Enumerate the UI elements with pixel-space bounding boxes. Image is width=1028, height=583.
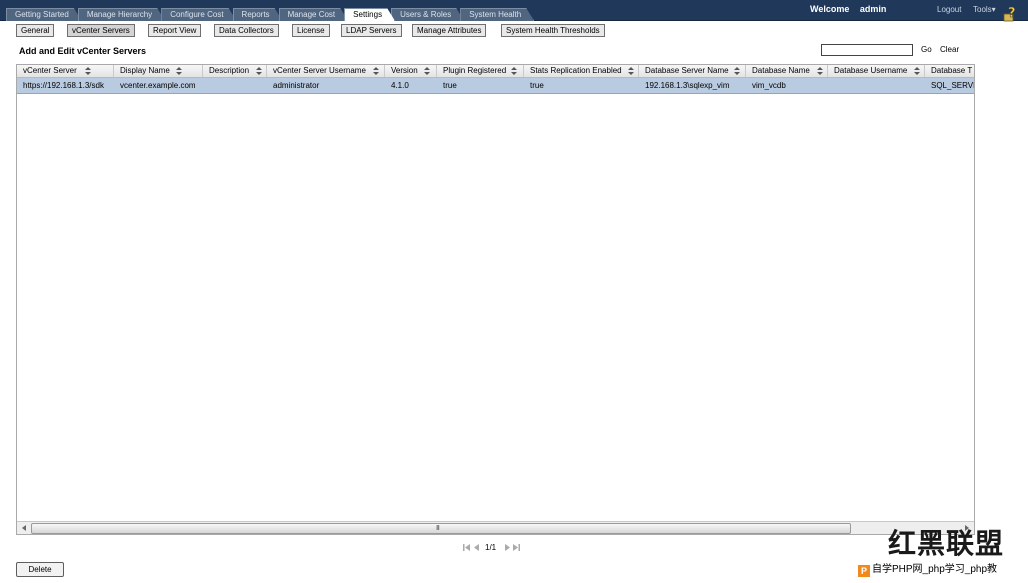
- tab-users-roles[interactable]: Users & Roles: [391, 8, 464, 21]
- cell-version: 4.1.0: [391, 81, 409, 90]
- ldap-servers-button[interactable]: LDAP Servers: [341, 24, 402, 37]
- column-header-plugin-registered[interactable]: Plugin Registered: [437, 65, 524, 77]
- general-button[interactable]: General: [16, 24, 55, 37]
- column-header-display-name[interactable]: Display Name: [114, 65, 203, 77]
- vcenter-servers-button[interactable]: vCenter Servers: [67, 24, 135, 37]
- cell-vcenter-server: https://192.168.1.3/sdk: [23, 81, 104, 90]
- top-navigation-bar: Getting Started Manage Hierarchy Configu…: [0, 0, 1028, 22]
- scrollbar-thumb[interactable]: III: [31, 523, 851, 534]
- cell-database-type: SQL_SERVEF: [931, 81, 974, 90]
- sort-icon: [373, 67, 379, 75]
- grid-header: vCenter Server Display Name Description …: [17, 65, 974, 78]
- sort-icon: [424, 67, 430, 75]
- search-input[interactable]: [821, 44, 913, 56]
- column-label: Display Name: [120, 66, 170, 75]
- tab-system-health[interactable]: System Health: [460, 8, 534, 21]
- data-collectors-button[interactable]: Data Collectors: [214, 24, 279, 37]
- column-label: Database Username: [834, 66, 908, 75]
- vcenter-servers-grid: vCenter Server Display Name Description …: [16, 64, 975, 535]
- page-title: Add and Edit vCenter Servers: [19, 46, 147, 56]
- column-header-database-username[interactable]: Database Username: [828, 65, 925, 77]
- tab-manage-cost[interactable]: Manage Cost: [279, 8, 349, 21]
- watermark-text: 自学PHP网_php学习_php教: [872, 564, 998, 575]
- watermark-p-icon: P: [858, 565, 870, 577]
- column-header-database-type[interactable]: Database T: [925, 65, 974, 77]
- column-label: vCenter Server Username: [273, 66, 366, 75]
- last-page-icon[interactable]: [512, 543, 520, 552]
- welcome-label: Welcome: [810, 4, 850, 14]
- system-health-thresholds-button[interactable]: System Health Thresholds: [501, 24, 605, 37]
- column-header-vcenter-server-username[interactable]: vCenter Server Username: [267, 65, 385, 77]
- sort-icon: [914, 67, 920, 75]
- cell-display-name: vcenter.example.com: [120, 81, 196, 90]
- column-label: vCenter Server: [23, 66, 77, 75]
- tab-reports[interactable]: Reports: [233, 8, 283, 21]
- column-header-database-name[interactable]: Database Name: [746, 65, 828, 77]
- column-label: Database Server Name: [645, 66, 729, 75]
- horizontal-scrollbar[interactable]: III: [17, 521, 974, 534]
- cell-database-username: [828, 78, 925, 93]
- scroll-left-icon[interactable]: [19, 523, 29, 533]
- clear-button[interactable]: Clear: [940, 45, 959, 54]
- manage-attributes-button[interactable]: Manage Attributes: [412, 24, 487, 37]
- sort-icon: [817, 67, 823, 75]
- tab-manage-hierarchy[interactable]: Manage Hierarchy: [78, 8, 165, 21]
- sort-icon: [734, 67, 740, 75]
- first-page-icon[interactable]: [463, 543, 471, 552]
- column-header-vcenter-server[interactable]: vCenter Server: [17, 65, 114, 77]
- sort-icon: [176, 67, 182, 75]
- cell-plugin-registered: true: [443, 81, 457, 90]
- cell-database-name: vim_vcdb: [752, 81, 786, 90]
- scrollbar-grip: III: [436, 525, 440, 532]
- previous-page-icon[interactable]: [473, 543, 481, 552]
- column-header-database-server-name[interactable]: Database Server Name: [639, 65, 746, 77]
- sort-icon: [256, 67, 262, 75]
- column-header-version[interactable]: Version: [385, 65, 437, 77]
- cell-database-server-name: 192.168.1.3\sqlexp_vim: [645, 81, 730, 90]
- cell-description: [203, 78, 267, 93]
- delete-button[interactable]: Delete: [16, 562, 64, 577]
- next-page-icon[interactable]: [503, 543, 511, 552]
- go-button[interactable]: Go: [921, 45, 932, 54]
- cell-stats-replication: true: [530, 81, 544, 90]
- column-label: Database T: [931, 66, 973, 75]
- cell-vcenter-username: administrator: [273, 81, 320, 90]
- table-row[interactable]: https://192.168.1.3/sdk vcenter.example.…: [17, 78, 974, 94]
- welcome-text: Welcome admin: [810, 4, 886, 14]
- watermark-logo: 红黑联盟: [888, 527, 1005, 560]
- column-label: Stats Replication Enabled: [530, 66, 622, 75]
- main-tabs: Getting Started Manage Hierarchy Configu…: [6, 8, 530, 20]
- svg-text:?: ?: [1008, 6, 1016, 21]
- report-view-button[interactable]: Report View: [148, 24, 202, 37]
- sort-icon: [85, 67, 91, 75]
- sort-icon: [628, 67, 634, 75]
- column-header-description[interactable]: Description: [203, 65, 267, 77]
- help-icon[interactable]: ?: [1003, 4, 1019, 22]
- sort-icon: [511, 67, 517, 75]
- tools-menu[interactable]: Tools▾: [973, 5, 996, 14]
- license-button[interactable]: License: [292, 24, 330, 37]
- tab-getting-started[interactable]: Getting Started: [6, 8, 82, 21]
- column-label: Description: [209, 66, 250, 75]
- column-label: Database Name: [752, 66, 810, 75]
- username: admin: [859, 4, 887, 14]
- column-label: Version: [391, 66, 418, 75]
- logout-link[interactable]: Logout: [937, 5, 961, 14]
- tab-configure-cost[interactable]: Configure Cost: [161, 8, 236, 21]
- column-header-stats-replication-enabled[interactable]: Stats Replication Enabled: [524, 65, 639, 77]
- tab-settings[interactable]: Settings: [344, 8, 395, 21]
- column-label: Plugin Registered: [443, 66, 507, 75]
- page-indicator: 1/1: [485, 543, 497, 552]
- watermark-bar: P 自学PHP网_php学习_php教: [858, 560, 1028, 579]
